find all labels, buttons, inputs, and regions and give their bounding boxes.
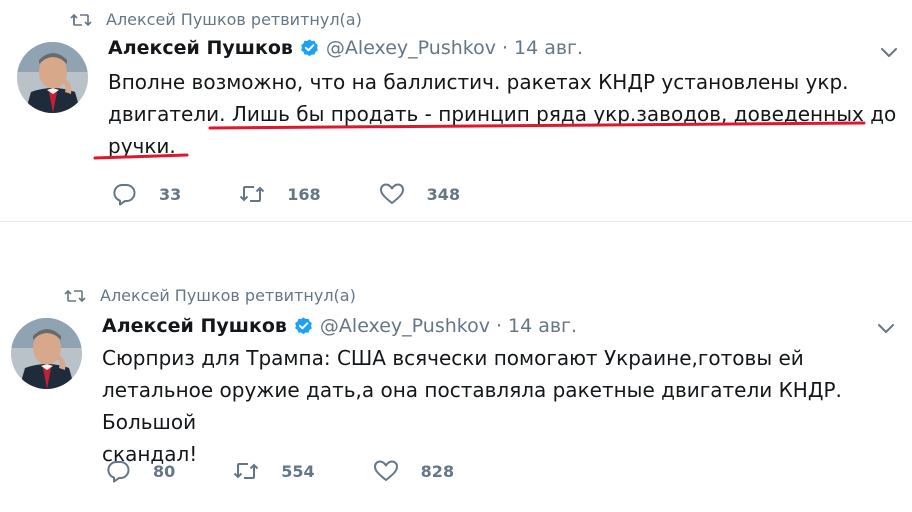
reply-icon bbox=[113, 184, 136, 206]
retweet-button[interactable]: 168 bbox=[239, 182, 321, 206]
tweet-text: Сюрприз для Трампа: США всячески помогаю… bbox=[102, 342, 902, 470]
retweet-label[interactable]: Алексей Пушков ретвитнул(а) bbox=[100, 286, 356, 305]
retweet-count: 554 bbox=[281, 461, 315, 481]
like-icon bbox=[379, 183, 404, 204]
author-handle[interactable]: @Alexey_Pushkov bbox=[320, 315, 490, 337]
tweet-date[interactable]: 14 авг. bbox=[508, 315, 577, 337]
separator-dot: · bbox=[495, 315, 502, 337]
like-button[interactable]: 828 bbox=[373, 459, 454, 483]
verified-badge-icon bbox=[295, 316, 312, 334]
retweet-context: Алексей Пушков ретвитнул(а) bbox=[64, 286, 356, 305]
reply-count: 33 bbox=[159, 184, 182, 204]
avatar[interactable] bbox=[11, 318, 82, 389]
retweet-button[interactable]: 554 bbox=[233, 459, 315, 483]
tweet-actions: 33 168 348 bbox=[111, 182, 518, 206]
author-name[interactable]: Алексей Пушков bbox=[102, 315, 287, 337]
chevron-down-icon[interactable] bbox=[876, 322, 896, 336]
tweet-text-line-2: летальное оружие дать,а она поставляла р… bbox=[102, 378, 842, 434]
like-button[interactable]: 348 bbox=[379, 182, 460, 206]
reply-icon bbox=[107, 461, 130, 483]
reply-count: 80 bbox=[153, 461, 176, 481]
tweet-2[interactable]: Алексей Пушков ретвитнул(а) Алексей Пушк… bbox=[0, 278, 912, 512]
avatar-photo bbox=[11, 318, 82, 389]
retweet-icon bbox=[234, 463, 259, 479]
retweet-count: 168 bbox=[287, 184, 321, 204]
reply-button[interactable]: 80 bbox=[105, 459, 175, 483]
like-count: 348 bbox=[426, 184, 461, 204]
like-icon bbox=[373, 460, 398, 481]
like-count: 828 bbox=[420, 461, 455, 481]
reply-button[interactable]: 33 bbox=[111, 182, 181, 206]
retweet-icon bbox=[240, 186, 265, 202]
tweet-1[interactable]: Алексей Пушков ретвитнул(а) Алексей Пушк… bbox=[0, 0, 912, 222]
tweet-text-line-1: Сюрприз для Трампа: США всячески помогаю… bbox=[102, 346, 804, 370]
tweet-actions: 80 554 828 bbox=[105, 459, 512, 483]
retweet-icon bbox=[64, 289, 86, 302]
tweet-header: Алексей Пушков @Alexey_Pushkov · 14 авг. bbox=[102, 315, 577, 337]
